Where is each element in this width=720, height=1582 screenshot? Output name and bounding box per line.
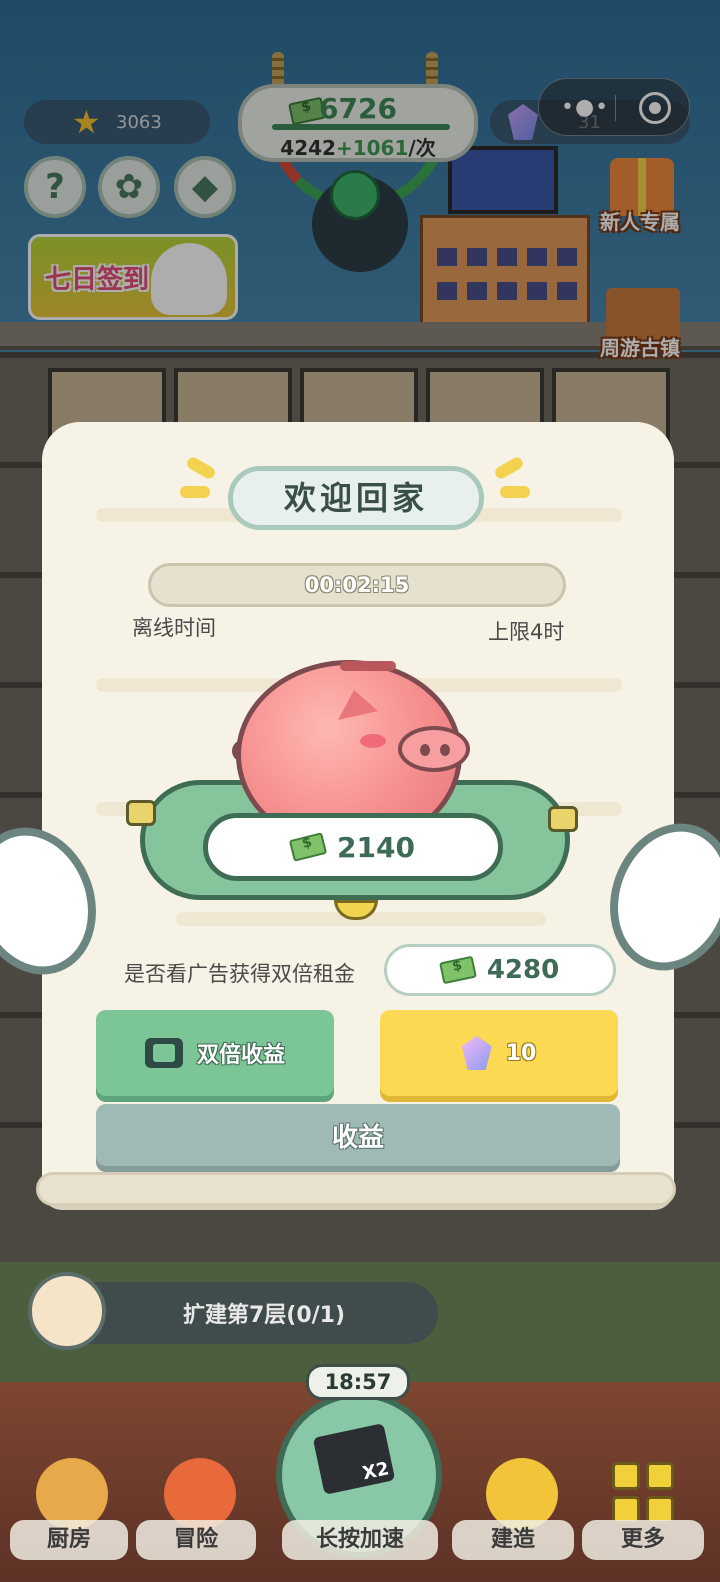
avatar[interactable]: [28, 1272, 106, 1350]
cash-icon: [438, 955, 477, 985]
nav-adventure[interactable]: 冒险: [136, 1520, 256, 1560]
offline-time-label: 离线时间: [132, 616, 216, 640]
gem-collect-button[interactable]: 10: [380, 1010, 618, 1096]
nav-build[interactable]: 建造: [452, 1520, 574, 1560]
video-icon: [144, 1038, 183, 1068]
more-icon[interactable]: [612, 1462, 676, 1526]
reward-amount: 2140: [203, 813, 503, 881]
double-reward-label: 双倍收益: [196, 1043, 285, 1068]
offline-limit-label: 上限4时: [488, 620, 565, 644]
collect-button[interactable]: 收益: [96, 1104, 620, 1166]
pig-snout: [398, 726, 470, 772]
nav-more[interactable]: 更多: [582, 1520, 704, 1560]
pillow-tie: [548, 806, 578, 832]
nav-kitchen[interactable]: 厨房: [10, 1520, 128, 1560]
ad-question-text: 是否看广告获得双倍租金: [124, 962, 355, 986]
reward-value: 2140: [337, 830, 415, 864]
speed-badge: X2: [360, 1458, 391, 1485]
pig-blush: [360, 734, 386, 748]
nav-speed-up[interactable]: 长按加速: [282, 1520, 438, 1560]
offline-time-bar: 00:02:15: [148, 563, 566, 607]
gem-icon: [461, 1036, 492, 1070]
double-reward-amount: 4280: [384, 944, 616, 996]
pig-slot: [340, 661, 396, 671]
double-reward-button[interactable]: 双倍收益: [96, 1010, 334, 1096]
speed-timer: 18:57: [306, 1364, 410, 1400]
collect-label: 收益: [331, 1122, 384, 1153]
scroll-roll: [36, 1172, 676, 1206]
sparkle-icon: [500, 486, 530, 498]
dialog-title: 欢迎回家: [228, 466, 484, 530]
pillow-tie: [126, 800, 156, 826]
cash-icon: [288, 832, 328, 862]
double-value: 4280: [486, 955, 560, 985]
gem-cost: 10: [505, 1040, 537, 1066]
sparkle-icon: [180, 486, 210, 498]
